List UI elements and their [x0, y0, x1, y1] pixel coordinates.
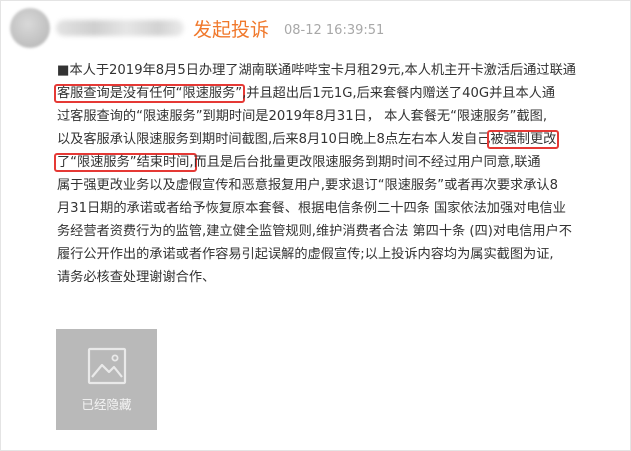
avatar[interactable]	[10, 8, 50, 48]
highlighted-phrase: 客服查询是没有任何“限速服务”	[54, 84, 246, 103]
text-segment: 请务必核查处理谢谢合作、	[57, 270, 216, 285]
complaint-line: 属于强更改业务以及虚假宣传和恶意报复用户,要求退订“限速服务”或者再次要求承认8	[57, 174, 617, 197]
complaint-line: 了“限速服务”结束时间,而且是后台批量更改限速服务到期时间不经过用户同意,联通	[54, 151, 617, 174]
text-segment: 过客服查询的“限速服务”到期时间是2019年8月31日， 本人套餐无“限速服务”…	[57, 109, 548, 124]
highlighted-phrase: 了“限速服务”结束时间,	[54, 153, 197, 172]
hidden-label: 已经隐藏	[81, 397, 132, 412]
complaint-line: 以及客服承认限速服务到期时间截图,后来8月10日晚上8点左右本人发自己被强制更改	[57, 128, 617, 151]
complaint-line: 履行公开作出的承诺或者作容易引起误解的虚假宣传;以上投诉内容均为属实截图为证,	[57, 243, 617, 266]
complaint-line: 月31日期的承诺或者给予恢复原本套餐、根据电信条例二十四条 国家依法加强对电信业	[57, 197, 617, 220]
text-segment: 务经营者资费行为的监管,建立健全监管规则,维护消费者合法 第四十条 (四)对电信…	[57, 224, 572, 239]
highlighted-phrase: 被强制更改	[487, 130, 560, 149]
text-segment: 属于强更改业务以及虚假宣传和恶意报复用户,要求退订“限速服务”或者再次要求承认8	[57, 178, 558, 193]
image-placeholder-icon	[87, 347, 127, 385]
username-blurred[interactable]	[56, 20, 184, 36]
complaint-line: 过客服查询的“限速服务”到期时间是2019年8月31日， 本人套餐无“限速服务”…	[57, 105, 617, 128]
text-segment: 而且是后台批量更改限速服务到期时间不经过用户同意,联通	[193, 155, 541, 170]
text-segment: ,并且超出后1元1G,后来套餐内赠送了40G并且本人通	[242, 86, 556, 101]
hidden-image-attachment[interactable]: 已经隐藏	[56, 329, 157, 430]
text-segment: ■本人于2019年8月5日办理了湖南联通哔哔宝卡月租29元,本人机主开卡激活后通…	[57, 63, 576, 78]
text-segment: 履行公开作出的承诺或者作容易引起误解的虚假宣传;以上投诉内容均为属实截图为证,	[57, 247, 554, 262]
complaint-text: ■本人于2019年8月5日办理了湖南联通哔哔宝卡月租29元,本人机主开卡激活后通…	[54, 59, 617, 289]
complaint-line: 请务必核查处理谢谢合作、	[57, 266, 617, 289]
complaint-line: ■本人于2019年8月5日办理了湖南联通哔哔宝卡月租29元,本人机主开卡激活后通…	[57, 59, 617, 82]
complaint-line: 务经营者资费行为的监管,建立健全监管规则,维护消费者合法 第四十条 (四)对电信…	[57, 220, 617, 243]
timestamp: 08-12 16:39:51	[284, 23, 385, 38]
text-segment: 以及客服承认限速服务到期时间截图,后来8月10日晚上8点左右本人发自己	[57, 132, 491, 147]
text-segment: 月31日期的承诺或者给予恢复原本套餐、根据电信条例二十四条 国家依法加强对电信业	[57, 201, 566, 216]
complaint-line: 客服查询是没有任何“限速服务”,并且超出后1元1G,后来套餐内赠送了40G并且本…	[54, 82, 617, 105]
complaint-action-label: 发起投诉	[193, 19, 270, 41]
